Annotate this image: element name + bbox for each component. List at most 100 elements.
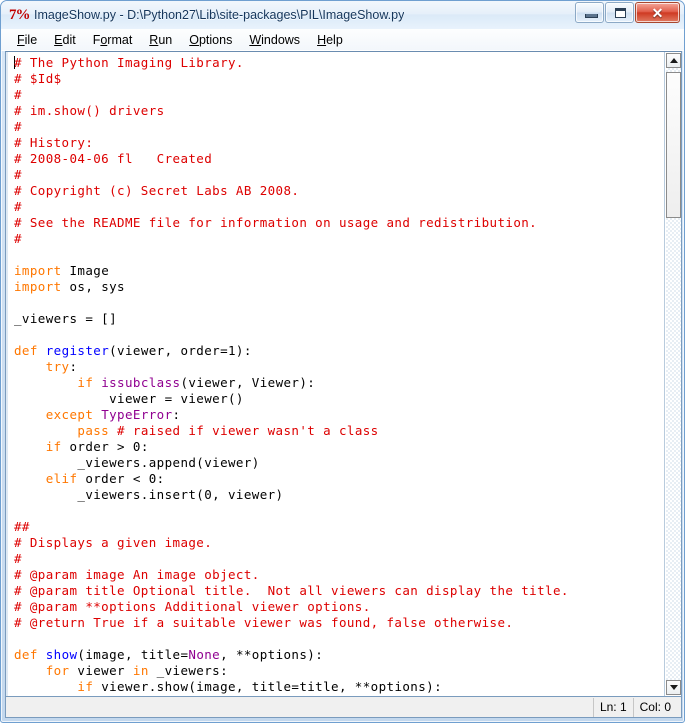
code-token: # @param title Optional title. Not all v…	[14, 583, 569, 598]
menu-accelerator: W	[249, 32, 262, 47]
code-token: os, sys	[61, 279, 125, 294]
menu-item-edit[interactable]: Edit	[46, 31, 85, 49]
idle-window: 7% ImageShow.py - D:\Python27\Lib\site-p…	[0, 0, 685, 723]
code-line: # @return True if a suitable viewer was …	[14, 615, 664, 631]
code-token: # See the README file for information on…	[14, 215, 538, 230]
code-token: def	[14, 647, 38, 662]
status-column-number: Col: 0	[632, 697, 681, 717]
menu-accelerator: E	[54, 32, 63, 47]
close-icon: ✕	[651, 5, 664, 21]
code-line: _viewers.insert(0, viewer)	[14, 487, 664, 503]
title-bar[interactable]: 7% ImageShow.py - D:\Python27\Lib\site-p…	[1, 1, 684, 29]
scroll-up-button[interactable]	[666, 53, 681, 68]
code-token: , **options):	[220, 647, 324, 662]
menu-item-run[interactable]: Run	[141, 31, 181, 49]
code-line: #	[14, 167, 664, 183]
code-token: viewer = viewer()	[14, 391, 244, 406]
code-token: :	[69, 359, 78, 374]
minimize-icon	[585, 14, 598, 18]
code-line: import Image	[14, 263, 664, 279]
close-button[interactable]: ✕	[635, 2, 680, 23]
code-line: # The Python Imaging Library.	[14, 55, 664, 71]
code-text-area[interactable]: # The Python Imaging Library. # $Id$ # # im…	[6, 52, 664, 696]
code-token: #	[14, 199, 22, 214]
code-token: except	[45, 407, 94, 422]
code-token: None	[188, 647, 221, 662]
code-token: for	[45, 663, 70, 678]
menu-accelerator: R	[149, 32, 159, 47]
menu-accelerator: O	[189, 32, 199, 47]
code-line: pass # raised if viewer wasn't a class	[14, 423, 664, 439]
menu-bar: File Edit Format Run Options Windows Hel…	[1, 29, 684, 51]
code-token: in	[132, 663, 149, 678]
code-token: # @return True if a suitable viewer was …	[14, 615, 514, 630]
menu-item-help[interactable]: Help	[309, 31, 352, 49]
code-token: import	[14, 263, 62, 278]
code-token: # $Id$	[14, 71, 62, 86]
python-idle-icon: 7%	[9, 7, 31, 23]
code-token: # raised if viewer wasn't a class	[117, 423, 379, 438]
code-line: # History:	[14, 135, 664, 151]
code-line: # Displays a given image.	[14, 535, 664, 551]
minimize-button[interactable]	[575, 2, 604, 23]
code-token: register	[45, 343, 110, 358]
code-line: # See the README file for information on…	[14, 215, 664, 231]
scrollbar-thumb[interactable]	[666, 72, 681, 218]
code-token: # 2008-04-06 fl Created	[14, 151, 213, 166]
code-line: for viewer in _viewers:	[14, 663, 664, 679]
code-line: _viewers.append(viewer)	[14, 455, 664, 471]
code-token: show	[45, 647, 78, 662]
code-line: #	[14, 87, 664, 103]
code-line: if viewer.show(image, title=title, **opt…	[14, 679, 664, 695]
code-line: import os, sys	[14, 279, 664, 295]
menu-item-format[interactable]: Format	[85, 31, 142, 49]
arrow-down-icon	[670, 685, 678, 690]
menu-item-file[interactable]: File	[9, 31, 46, 49]
code-token: #	[14, 231, 22, 246]
code-line: elif order < 0:	[14, 471, 664, 487]
code-token: #	[14, 551, 22, 566]
code-token: try	[45, 359, 70, 374]
code-token: #	[14, 87, 22, 102]
code-line: if order > 0:	[14, 439, 664, 455]
scroll-down-button[interactable]	[666, 680, 681, 695]
menu-item-windows[interactable]: Windows	[241, 31, 309, 49]
code-line: ##	[14, 519, 664, 535]
menu-item-options[interactable]: Options	[181, 31, 241, 49]
maximize-icon	[615, 8, 626, 18]
code-token: # Copyright (c) Secret Labs AB 2008.	[14, 183, 300, 198]
code-token: :	[172, 407, 181, 422]
code-token: viewer.show(image, title=title, **option…	[93, 679, 442, 694]
code-token: import	[14, 279, 62, 294]
maximize-button[interactable]	[605, 2, 634, 23]
code-token: viewer	[69, 663, 133, 678]
code-token: order < 0:	[77, 471, 165, 486]
code-line: # @param title Optional title. Not all v…	[14, 583, 664, 599]
code-line: # Copyright (c) Secret Labs AB 2008.	[14, 183, 664, 199]
status-line-number: Ln: 1	[592, 697, 633, 717]
vertical-scrollbar[interactable]	[664, 52, 681, 696]
window-title: ImageShow.py - D:\Python27\Lib\site-pack…	[34, 8, 405, 22]
code-token: Image	[61, 263, 110, 278]
code-line: if issubclass(viewer, Viewer):	[14, 375, 664, 391]
code-token: (viewer, order=1):	[109, 343, 252, 358]
code-token: elif	[45, 471, 78, 486]
code-line: # im.show() drivers	[14, 103, 664, 119]
code-token: if	[45, 439, 62, 454]
arrow-up-icon	[670, 58, 678, 63]
code-line: #	[14, 119, 664, 135]
code-line: #	[14, 231, 664, 247]
code-token: (viewer, Viewer):	[180, 375, 316, 390]
code-token: if	[77, 375, 94, 390]
code-token: # @param image An image object.	[14, 567, 260, 582]
source-code: # The Python Imaging Library. # $Id$ # # im…	[14, 55, 664, 695]
